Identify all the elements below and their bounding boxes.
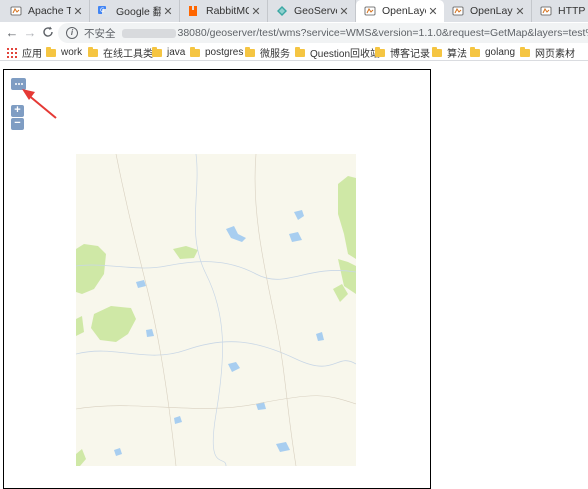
browser-toolbar: ← → i 不安全 38080/geoserver/test/wms?servi… [0, 22, 588, 44]
folder-icon [190, 49, 200, 57]
tab-openlayers[interactable]: OpenLayers ✕ [444, 0, 532, 22]
map-viewport[interactable]: + − [3, 69, 431, 489]
wms-map-image [76, 154, 356, 466]
bookmark-java[interactable]: java [152, 46, 185, 59]
folder-icon [432, 49, 442, 57]
security-status: 不安全 [84, 26, 116, 41]
folder-icon [375, 49, 385, 57]
bookmark-apps[interactable]: 应用 [7, 46, 42, 59]
bookmark-golang[interactable]: golang [470, 46, 515, 59]
tab-strip: Apache Tom ✕ G Google 翻译 ✕ RabbitMQ M ✕ … [0, 0, 588, 22]
apps-grid-icon [7, 48, 17, 58]
close-icon[interactable]: ✕ [337, 5, 351, 18]
page-icon [540, 5, 552, 17]
dot-icon [15, 83, 17, 85]
address-bar[interactable]: i 不安全 38080/geoserver/test/wms?service=W… [58, 23, 588, 43]
bookmark-microservices[interactable]: 微服务 [245, 46, 290, 59]
info-icon[interactable]: i [66, 27, 78, 39]
folder-icon [520, 49, 530, 57]
bookmark-online-tools[interactable]: 在线工具类 [88, 46, 153, 59]
zoom-out-button[interactable]: − [11, 118, 24, 130]
bookmark-algorithms[interactable]: 算法 [432, 46, 467, 59]
openlayers-icon [364, 5, 376, 17]
tab-rabbitmq[interactable]: RabbitMQ M ✕ [180, 0, 268, 22]
geoserver-icon [276, 5, 288, 17]
folder-icon [88, 49, 98, 57]
folder-icon [245, 49, 255, 57]
reload-icon [41, 25, 55, 39]
svg-text:G: G [100, 7, 105, 14]
back-button[interactable]: ← [4, 25, 20, 41]
close-icon[interactable]: ✕ [249, 5, 263, 18]
reload-button[interactable] [40, 25, 56, 41]
bookmark-postgres[interactable]: postgres [190, 46, 243, 59]
bookmark-work[interactable]: work [46, 46, 82, 59]
close-icon[interactable]: ✕ [71, 5, 85, 18]
bookmarks-bar: 应用 work 在线工具类 java postgres 微服务 Question… [0, 44, 588, 61]
tomcat-icon [10, 5, 22, 17]
close-icon[interactable]: ✕ [513, 5, 527, 18]
forward-button[interactable]: → [22, 25, 38, 41]
layer-options-button[interactable] [11, 78, 26, 90]
tab-google-translate[interactable]: G Google 翻译 ✕ [90, 0, 180, 22]
bookmark-web-assets[interactable]: 网页素材 [520, 46, 575, 59]
tab-apache-tomcat[interactable]: Apache Tom ✕ [2, 0, 90, 22]
folder-icon [470, 49, 480, 57]
dot-icon [18, 83, 20, 85]
bookmark-question-bin[interactable]: Question回收站 [295, 46, 380, 59]
folder-icon [46, 49, 56, 57]
folder-icon [295, 49, 305, 57]
page-content: + − [0, 62, 588, 481]
tab-http-status[interactable]: HTTP Sta [532, 0, 588, 22]
blurred-host [122, 29, 176, 38]
folder-icon [152, 49, 162, 57]
google-translate-icon: G [98, 5, 110, 17]
zoom-in-button[interactable]: + [11, 105, 24, 117]
tab-geoserver[interactable]: GeoServer: La ✕ [268, 0, 356, 22]
url-text: 38080/geoserver/test/wms?service=WMS&ver… [178, 27, 588, 39]
close-icon[interactable]: ✕ [426, 5, 440, 18]
bookmark-blog[interactable]: 博客记录 [375, 46, 430, 59]
dot-icon [21, 83, 23, 85]
rabbitmq-icon [188, 5, 200, 17]
tab-openlayers-active[interactable]: OpenLayers ✕ [356, 0, 444, 22]
openlayers-icon [452, 5, 464, 17]
close-icon[interactable]: ✕ [161, 5, 175, 18]
